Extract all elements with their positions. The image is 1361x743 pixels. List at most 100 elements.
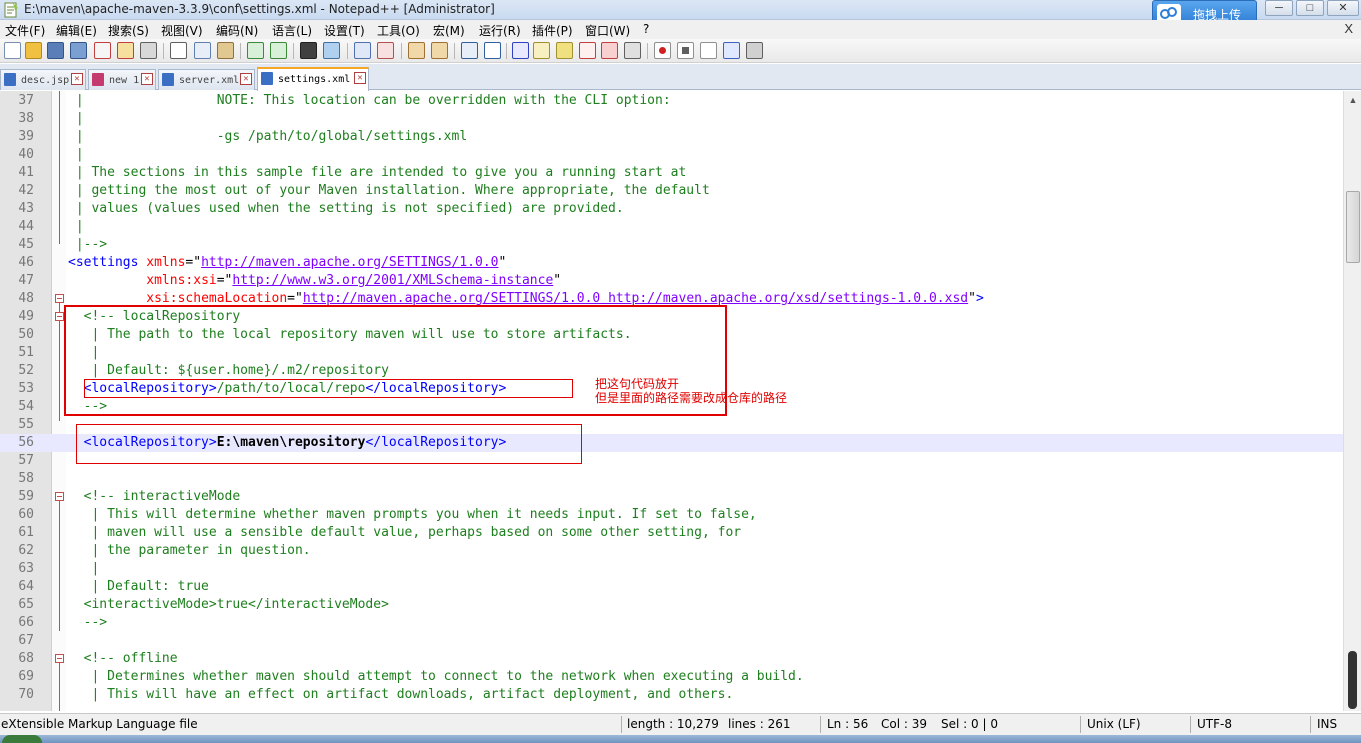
code-line[interactable]: 61 | maven will use a sensible default v… xyxy=(0,524,1343,542)
tab-close-icon[interactable]: ✕ xyxy=(240,73,252,85)
save-icon[interactable] xyxy=(47,42,64,59)
show-all-chars-icon[interactable] xyxy=(484,42,501,59)
fold-toggle-icon[interactable] xyxy=(55,312,64,321)
code-line[interactable]: 63 | xyxy=(0,560,1343,578)
menu-tools[interactable]: 工具(O) xyxy=(377,22,420,39)
code-line[interactable]: 65 <interactiveMode>true</interactiveMod… xyxy=(0,596,1343,614)
tab-new-1[interactable]: new 1 ✕ xyxy=(88,69,156,90)
menu-plugins[interactable]: 插件(P) xyxy=(532,22,573,39)
open-file-icon[interactable] xyxy=(25,42,42,59)
code-line[interactable]: 43 | values (values used when the settin… xyxy=(0,200,1343,218)
code-line[interactable]: 69 | Determines whether maven should att… xyxy=(0,668,1343,686)
sync-h-icon[interactable] xyxy=(431,42,448,59)
line-number: 55 xyxy=(18,417,34,432)
tab-settings-xml[interactable]: settings.xml ✕ xyxy=(257,67,369,91)
code-line[interactable]: 60 | This will determine whether maven p… xyxy=(0,506,1343,524)
menu-file[interactable]: 文件(F) xyxy=(5,22,45,39)
copy-icon[interactable] xyxy=(194,42,211,59)
new-file-icon[interactable] xyxy=(4,42,21,59)
code-token: xsi:schemaLocation xyxy=(146,291,288,306)
code-line[interactable]: 66 --> xyxy=(0,614,1343,632)
doc-map-icon[interactable] xyxy=(556,42,573,59)
close-window-button[interactable]: ✕ xyxy=(1327,0,1359,16)
function-list-icon[interactable] xyxy=(579,42,596,59)
code-token: | maven will use a sensible default valu… xyxy=(68,525,742,540)
line-code: <!-- interactiveMode xyxy=(68,489,241,504)
start-orb-icon[interactable] xyxy=(2,735,42,743)
stop-icon[interactable] xyxy=(677,42,694,59)
menu-window[interactable]: 窗口(W) xyxy=(585,22,630,39)
code-line[interactable]: 47 xmlns:xsi="http://www.w3.org/2001/XML… xyxy=(0,272,1343,290)
code-line[interactable]: 70 | This will have an effect on artifac… xyxy=(0,686,1343,704)
minimize-button[interactable]: ─ xyxy=(1265,0,1293,16)
replace-icon[interactable] xyxy=(323,42,340,59)
paste-icon[interactable] xyxy=(217,42,234,59)
menu-language[interactable]: 语言(L) xyxy=(272,22,312,39)
code-line[interactable]: 64 | Default: true xyxy=(0,578,1343,596)
menu-search[interactable]: 搜索(S) xyxy=(108,22,149,39)
code-line[interactable]: 39 | -gs /path/to/global/settings.xml xyxy=(0,128,1343,146)
vertical-scrollbar[interactable]: ▲ xyxy=(1343,91,1361,711)
menu-help[interactable]: ? xyxy=(643,22,649,36)
find-icon[interactable] xyxy=(300,42,317,59)
sync-v-icon[interactable] xyxy=(408,42,425,59)
highlight-box xyxy=(76,424,582,464)
play-icon[interactable] xyxy=(700,42,717,59)
status-ln: Ln : 56 xyxy=(827,717,869,731)
tab-server-xml[interactable]: server.xml ✕ xyxy=(158,69,255,90)
code-line[interactable]: 67 xyxy=(0,632,1343,650)
tab-close-icon[interactable]: ✕ xyxy=(141,73,153,85)
editor-area[interactable]: 37 | NOTE: This location can be overridd… xyxy=(0,91,1343,711)
word-wrap-icon[interactable] xyxy=(461,42,478,59)
monitor-icon[interactable] xyxy=(624,42,641,59)
scrollbar-thumb[interactable] xyxy=(1346,191,1360,263)
zoom-out-icon[interactable] xyxy=(377,42,394,59)
fold-toggle-icon[interactable] xyxy=(55,294,64,303)
undo-icon[interactable] xyxy=(247,42,264,59)
zoom-in-icon[interactable] xyxy=(354,42,371,59)
fold-toggle-icon[interactable] xyxy=(55,654,64,663)
close-document-button[interactable]: X xyxy=(1344,21,1353,36)
maximize-button[interactable]: □ xyxy=(1296,0,1324,16)
scroll-up-icon[interactable]: ▲ xyxy=(1346,93,1360,107)
folder-icon[interactable] xyxy=(601,42,618,59)
save-all-icon[interactable] xyxy=(70,42,87,59)
tab-desc-jsp[interactable]: desc.jsp ✕ xyxy=(0,69,86,90)
code-line[interactable]: 42 | getting the most out of your Maven … xyxy=(0,182,1343,200)
cut-icon[interactable] xyxy=(170,42,187,59)
code-line[interactable]: 44 | xyxy=(0,218,1343,236)
menu-encoding[interactable]: 编码(N) xyxy=(216,22,258,39)
status-divider xyxy=(820,716,821,733)
code-line[interactable]: 68 <!-- offline xyxy=(0,650,1343,668)
code-line[interactable]: 40 | xyxy=(0,146,1343,164)
window-title: E:\maven\apache-maven-3.3.9\conf\setting… xyxy=(24,2,495,16)
tab-close-icon[interactable]: ✕ xyxy=(71,73,83,85)
code-line[interactable]: 62 | the parameter in question. xyxy=(0,542,1343,560)
code-line[interactable]: 45 |--> xyxy=(0,236,1343,254)
menu-view[interactable]: 视图(V) xyxy=(161,22,203,39)
close-all-icon[interactable] xyxy=(117,42,134,59)
tab-close-icon[interactable]: ✕ xyxy=(354,72,366,84)
code-token: > xyxy=(975,291,984,306)
redo-icon[interactable] xyxy=(270,42,287,59)
print-icon[interactable] xyxy=(140,42,157,59)
menu-macro[interactable]: 宏(M) xyxy=(433,22,465,39)
code-line[interactable]: 46 <settings xmlns="http://maven.apache.o… xyxy=(0,254,1343,272)
code-line[interactable]: 37 | NOTE: This location can be overridd… xyxy=(0,92,1343,110)
close-icon[interactable] xyxy=(94,42,111,59)
menu-settings[interactable]: 设置(T) xyxy=(324,22,365,39)
code-line[interactable]: 59 <!-- interactiveMode xyxy=(0,488,1343,506)
code-line[interactable]: 41 | The sections in this sample file ar… xyxy=(0,164,1343,182)
toolbar-separator xyxy=(454,43,455,59)
save-macro-icon[interactable] xyxy=(746,42,763,59)
fold-toggle-icon[interactable] xyxy=(55,492,64,501)
code-line[interactable]: 58 xyxy=(0,470,1343,488)
code-line[interactable]: 38 | xyxy=(0,110,1343,128)
menu-edit[interactable]: 编辑(E) xyxy=(56,22,97,39)
menu-run[interactable]: 运行(R) xyxy=(479,22,521,39)
play-multi-icon[interactable] xyxy=(723,42,740,59)
status-mode: INS xyxy=(1317,717,1338,731)
indent-guide-icon[interactable] xyxy=(512,42,529,59)
record-icon[interactable] xyxy=(654,42,671,59)
lang-icon[interactable] xyxy=(533,42,550,59)
